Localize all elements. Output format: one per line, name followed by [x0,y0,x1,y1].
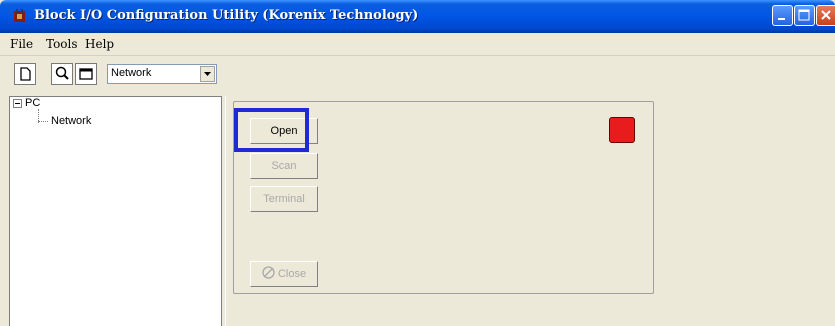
close-button[interactable]: Close [250,261,318,287]
network-select[interactable]: Network [107,64,217,84]
title-bar[interactable]: Block I/O Configuration Utility (Korenix… [0,0,835,33]
connection-status-indicator [609,117,635,143]
tree-node-pc[interactable]: PC [25,97,40,109]
search-button[interactable] [51,63,73,85]
tree-panel: PC Network [9,96,222,326]
dropdown-arrow-button[interactable] [200,66,215,82]
window-button[interactable] [75,63,97,85]
toolbar: Network [0,56,835,92]
new-document-icon [20,67,31,81]
minimize-button[interactable] [772,5,793,26]
scan-button[interactable]: Scan [250,153,318,179]
close-icon [821,10,831,20]
maximize-button[interactable] [794,5,815,26]
menu-file[interactable]: File [10,37,33,51]
network-select-value: Network [111,67,152,79]
tree-collapse-toggle[interactable] [13,99,22,108]
open-button-highlight [234,108,309,152]
scan-button-label: Scan [271,160,297,172]
chevron-down-icon [204,72,211,76]
window-title: Block I/O Configuration Utility (Korenix… [34,8,419,23]
app-icon [12,9,27,24]
maximize-icon [798,9,810,21]
stop-icon [262,266,275,279]
new-document-button[interactable] [14,63,36,85]
menu-help[interactable]: Help [85,37,114,51]
terminal-button-label: Terminal [263,193,305,205]
menu-bar: File Tools Help [0,33,835,56]
window-icon [79,68,93,80]
app-window: Block I/O Configuration Utility (Korenix… [0,0,835,326]
terminal-button[interactable]: Terminal [250,186,318,212]
close-button-label: Close [277,268,307,280]
tree-connector [38,121,48,122]
close-window-button[interactable] [816,5,835,26]
minimize-icon [778,18,785,20]
menu-tools[interactable]: Tools [46,37,78,51]
tree-node-network[interactable]: Network [51,115,91,127]
search-icon [55,66,69,80]
